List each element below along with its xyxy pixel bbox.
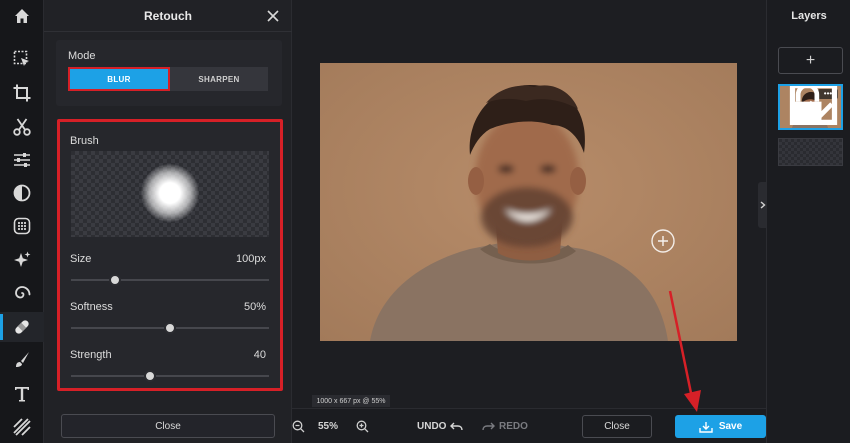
mode-toggle: BLUR SHARPEN xyxy=(68,67,268,91)
strength-slider-thumb[interactable] xyxy=(144,370,157,382)
tool-texture[interactable] xyxy=(0,211,44,241)
size-slider[interactable] xyxy=(71,274,269,286)
mode-label: Mode xyxy=(68,50,96,62)
portrait-photo xyxy=(320,63,737,341)
mode-sharpen-button[interactable]: SHARPEN xyxy=(170,67,268,91)
tool-draw[interactable] xyxy=(0,345,44,375)
zoom-out-button[interactable] xyxy=(292,409,306,443)
zoom-out-icon xyxy=(292,420,305,433)
brush-preview-dot xyxy=(141,164,199,222)
bottom-toolbar: 55% UNDO REDO Close Save xyxy=(292,408,766,443)
softness-slider[interactable] xyxy=(71,322,269,334)
size-label: Size xyxy=(70,253,92,265)
undo-button[interactable]: UNDO xyxy=(417,409,464,443)
zoom-level: 55% xyxy=(318,421,339,432)
redo-button[interactable]: REDO xyxy=(482,409,528,443)
tool-crop[interactable] xyxy=(0,78,44,108)
size-value: 100px xyxy=(236,253,266,265)
contrast-icon xyxy=(13,184,31,202)
layer-photo[interactable]: ••• xyxy=(778,84,843,130)
tool-filters[interactable] xyxy=(0,178,44,208)
crop-icon xyxy=(13,84,31,102)
tool-cutout[interactable] xyxy=(0,112,44,142)
lock-icon[interactable] xyxy=(778,84,838,125)
retouch-panel: Retouch Mode BLUR SHARPEN Brush Size 100… xyxy=(44,0,292,443)
zoom-in-button[interactable] xyxy=(356,409,370,443)
tool-retouch[interactable] xyxy=(0,312,44,342)
download-icon xyxy=(699,421,713,433)
brush-label: Brush xyxy=(70,135,99,147)
panel-close-button[interactable]: Close xyxy=(61,414,275,438)
redo-icon xyxy=(482,422,495,430)
panel-title: Retouch xyxy=(44,0,292,32)
text-icon xyxy=(15,387,29,402)
mode-blur-button[interactable]: BLUR xyxy=(68,67,170,91)
size-slider-track[interactable] xyxy=(71,279,269,281)
spiral-liquify-icon xyxy=(15,286,31,299)
tool-adjust[interactable] xyxy=(0,145,44,175)
tool-text[interactable] xyxy=(0,379,44,409)
add-layer-button[interactable]: + xyxy=(778,47,843,74)
softness-value: 50% xyxy=(243,301,266,313)
sparkle-effects-icon xyxy=(14,251,31,267)
brush-preview xyxy=(71,151,269,237)
undo-icon xyxy=(450,422,464,430)
home-icon xyxy=(15,9,29,23)
mode-section: Mode BLUR SHARPEN xyxy=(56,40,282,106)
redo-label: REDO xyxy=(499,421,528,432)
undo-label: UNDO xyxy=(417,421,447,432)
layer-transparent[interactable] xyxy=(778,138,843,166)
brush-settings: Brush Size 100px Softness 50% Strength 4… xyxy=(57,119,283,391)
tool-select[interactable] xyxy=(0,44,44,74)
strength-label: Strength xyxy=(70,349,112,361)
canvas-workspace[interactable]: 1000 x 667 px @ 55% xyxy=(292,0,766,408)
tool-liquify[interactable] xyxy=(0,278,44,308)
layers-panel: Layers + ••• xyxy=(766,0,850,443)
canvas-dimensions-label: 1000 x 667 px @ 55% xyxy=(312,395,390,407)
brush-draw-icon xyxy=(16,352,29,367)
save-button[interactable]: Save xyxy=(675,415,766,438)
strength-slider-track[interactable] xyxy=(71,375,269,377)
tool-effects[interactable] xyxy=(0,245,44,275)
tool-rail xyxy=(0,0,44,443)
softness-label: Softness xyxy=(70,301,113,313)
select-arrow-icon xyxy=(13,50,29,66)
photo-canvas[interactable] xyxy=(320,63,737,341)
zoom-in-icon xyxy=(356,420,369,433)
tool-pattern[interactable] xyxy=(0,412,44,442)
size-slider-thumb[interactable] xyxy=(108,274,121,286)
texture-grid-icon xyxy=(13,217,31,235)
close-button[interactable]: Close xyxy=(582,415,652,438)
strength-value: 40 xyxy=(253,349,266,361)
strength-slider[interactable] xyxy=(71,370,269,382)
bandage-retouch-icon xyxy=(15,320,29,334)
home-button[interactable] xyxy=(0,1,44,31)
adjust-sliders-icon xyxy=(14,153,30,167)
save-label: Save xyxy=(718,421,743,432)
softness-slider-thumb[interactable] xyxy=(164,322,176,334)
scissors-icon xyxy=(13,118,31,136)
close-icon[interactable] xyxy=(265,8,281,24)
layers-title: Layers xyxy=(791,10,827,22)
hatch-pattern-icon xyxy=(13,418,31,436)
